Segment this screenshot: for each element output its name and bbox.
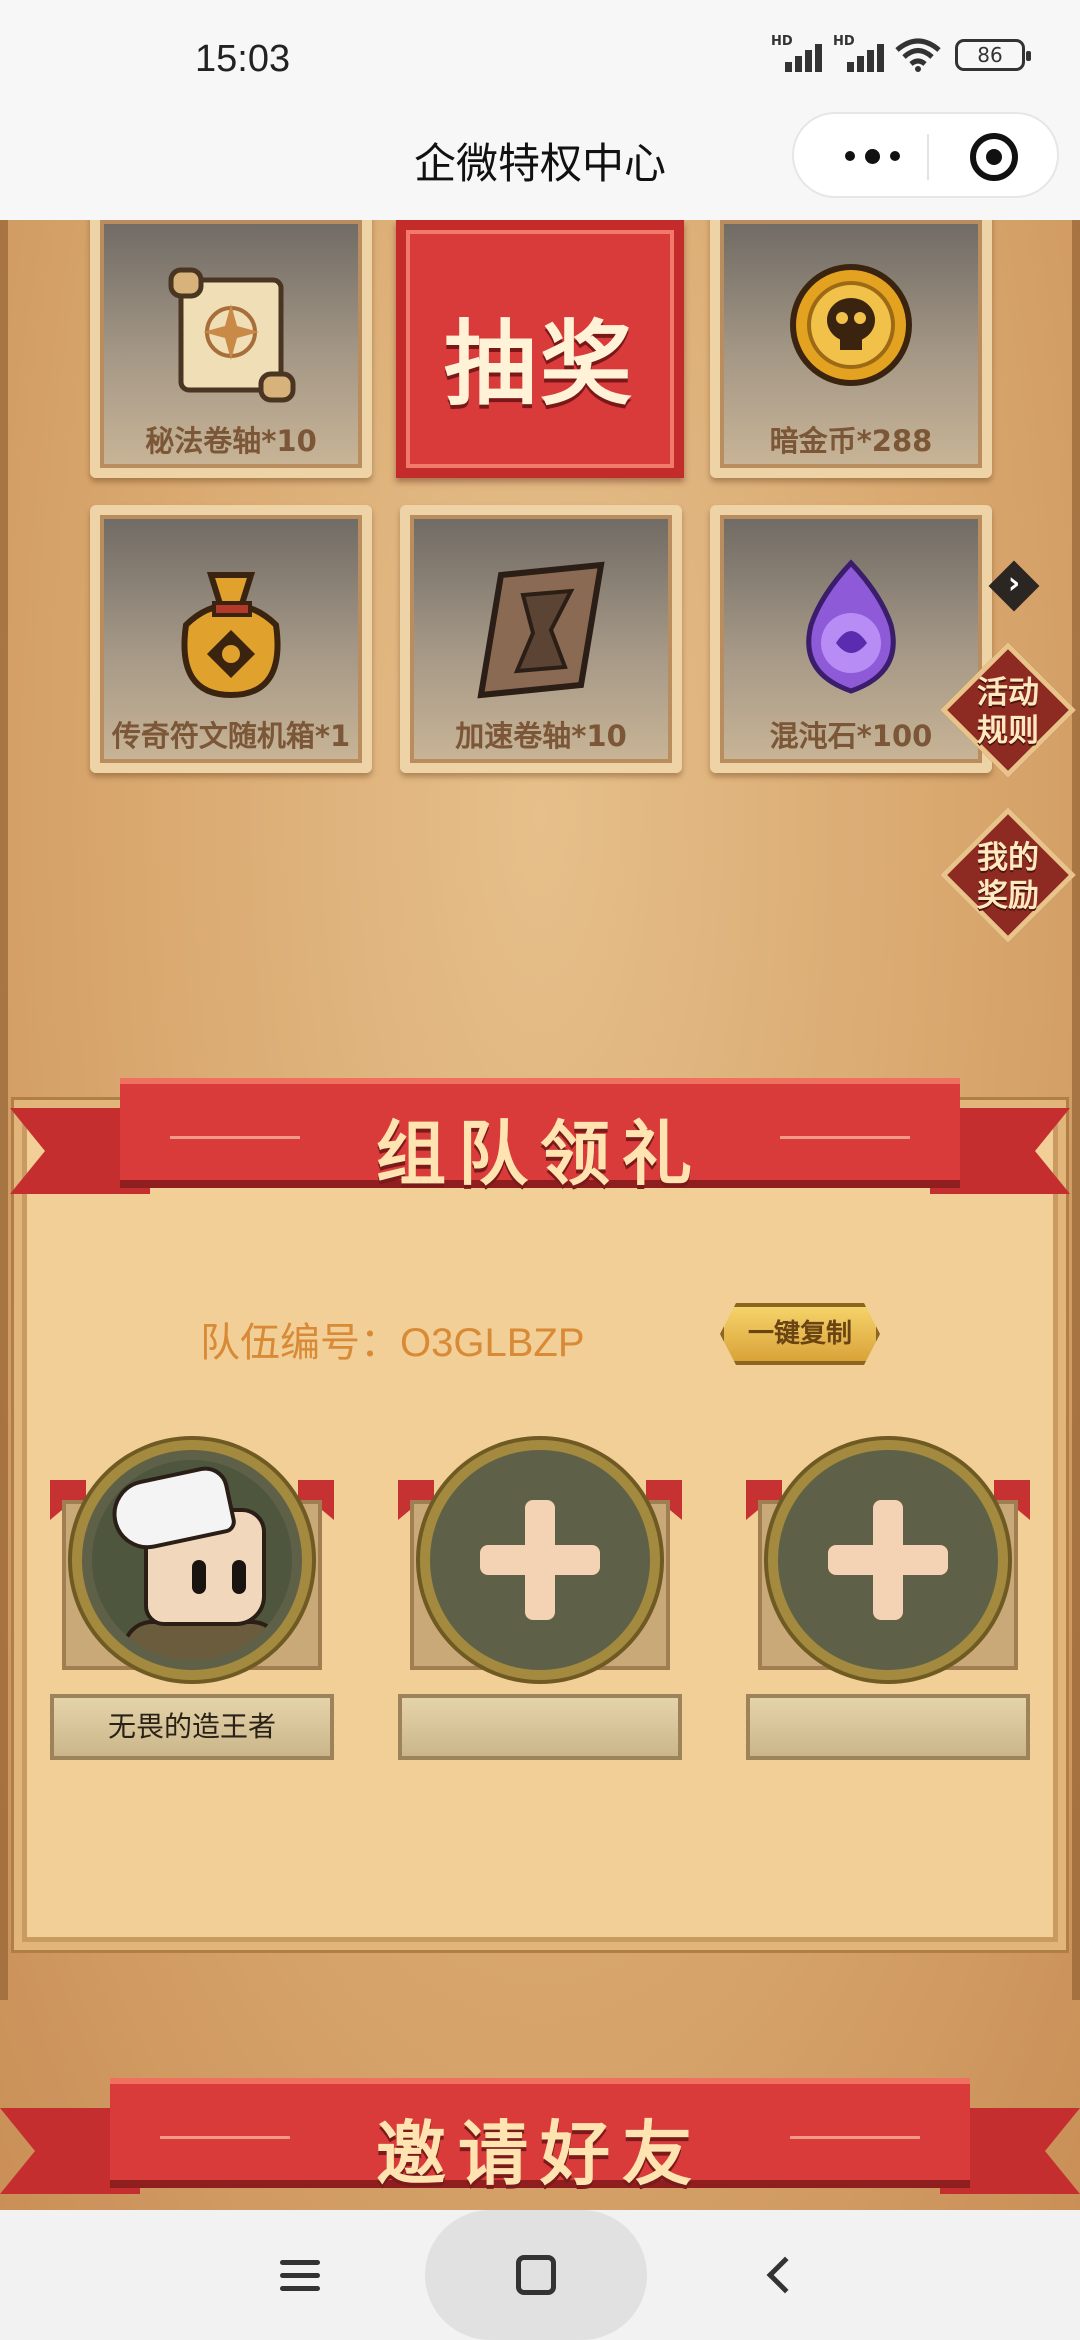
system-navigation-bar — [0, 2210, 1080, 2340]
next-page-button[interactable]: › — [988, 560, 1040, 612]
prize-label: 传奇符文随机箱*1 — [111, 719, 351, 753]
home-square-icon — [516, 2255, 556, 2295]
team-ribbon: 组队领礼 — [10, 1078, 1070, 1198]
chaos-stone-icon — [806, 559, 896, 694]
lottery-button-label: 抽奖 — [443, 311, 636, 418]
prize-card: 秘法卷轴*10 — [90, 220, 372, 478]
member-nameplate: 无畏的造王者 — [50, 1694, 334, 1760]
page-border-right — [1072, 220, 1080, 2000]
prize-card: 暗金币*288 — [710, 220, 992, 478]
skull-coin-icon — [790, 264, 912, 386]
invite-member-slot[interactable] — [746, 1440, 1030, 1780]
battery-icon: 86 — [955, 39, 1031, 71]
copy-team-id-button[interactable]: 一键复制 — [720, 1303, 880, 1365]
activity-rules-button[interactable]: 活动 规则 — [940, 642, 1076, 778]
prize-label: 秘法卷轴*10 — [145, 424, 317, 458]
scroll-icon — [168, 267, 296, 403]
team-member-slot: 无畏的造王者 — [50, 1440, 334, 1780]
prize-label: 混沌石*100 — [769, 719, 933, 753]
status-bar: 15:03 HD HD 86 — [0, 0, 1080, 120]
mini-program-capsule — [792, 112, 1059, 198]
close-mini-program-icon[interactable] — [970, 133, 1018, 181]
back-button[interactable] — [730, 2210, 830, 2340]
prize-card: 传奇符文随机箱*1 — [90, 505, 372, 773]
recent-apps-button[interactable] — [250, 2210, 350, 2340]
invite-ribbon: 邀请好友 — [0, 2078, 1080, 2198]
back-chevron-icon — [766, 2256, 804, 2294]
member-avatar — [72, 1440, 312, 1680]
invite-ribbon-title: 邀请好友 — [376, 2113, 704, 2195]
copy-button-label: 一键复制 — [747, 1319, 852, 1349]
cellular-signal-icon: HD — [771, 34, 822, 72]
plus-icon — [480, 1500, 600, 1620]
team-ribbon-title: 组队领礼 — [376, 1113, 704, 1195]
plus-icon — [828, 1500, 948, 1620]
prize-card: 加速卷轴*10 — [400, 505, 682, 773]
cellular-signal-icon: HD — [833, 34, 884, 72]
lottery-button[interactable]: 抽奖 — [396, 220, 684, 478]
rune-bag-icon — [181, 572, 281, 699]
hourglass-scroll-icon — [477, 561, 605, 699]
status-icons: HD HD 86 — [771, 34, 1031, 72]
add-member-button[interactable] — [768, 1440, 1008, 1680]
prize-label: 加速卷轴*10 — [455, 719, 627, 753]
invite-member-slot[interactable] — [398, 1440, 682, 1780]
more-options-icon[interactable] — [832, 141, 912, 171]
member-nameplate — [746, 1694, 1030, 1760]
wifi-icon — [895, 38, 941, 72]
add-member-button[interactable] — [420, 1440, 660, 1680]
my-rewards-label: 我的 奖励 — [977, 840, 1039, 914]
activity-rules-label: 活动 规则 — [977, 675, 1039, 749]
member-name: 无畏的造王者 — [107, 1710, 276, 1743]
capsule-divider — [927, 134, 929, 180]
team-id-text: 队伍编号：O3GLBZP — [200, 1321, 585, 1365]
status-time: 15:03 — [195, 38, 291, 80]
home-button[interactable] — [425, 2210, 647, 2340]
prize-label: 暗金币*288 — [769, 424, 933, 458]
chevron-right-icon: › — [1007, 566, 1021, 601]
page-border-left — [0, 220, 8, 2000]
avatar — [92, 1460, 292, 1660]
my-rewards-button[interactable]: 我的 奖励 — [940, 807, 1076, 943]
member-nameplate — [398, 1694, 682, 1760]
